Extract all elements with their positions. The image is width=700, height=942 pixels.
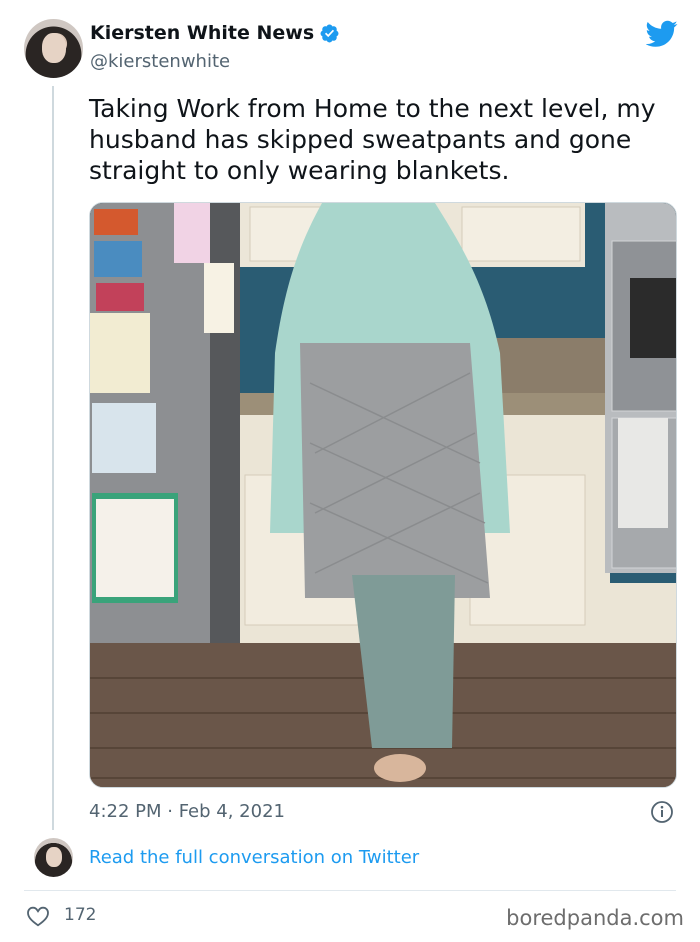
author-handle[interactable]: @kierstenwhite [90, 51, 230, 72]
info-icon[interactable] [650, 800, 674, 824]
tweet-text: Taking Work from Home to the next level,… [89, 94, 656, 185]
twitter-bird-icon[interactable] [646, 20, 678, 48]
read-conversation-link[interactable]: Read the full conversation on Twitter [89, 847, 419, 868]
footer-divider [24, 890, 676, 891]
photo-illustration [90, 203, 676, 787]
author-display-name[interactable]: Kiersten White News [90, 22, 314, 44]
author-name-row: Kiersten White News [90, 22, 340, 44]
conversation-avatar[interactable] [34, 838, 73, 877]
like-count: 172 [64, 905, 97, 925]
boredpanda-watermark: boredpanda.com [506, 906, 684, 930]
verified-badge-icon [320, 24, 339, 42]
tweet-timestamp[interactable]: 4:22 PM · Feb 4, 2021 [89, 801, 285, 822]
heart-icon[interactable] [26, 905, 50, 927]
author-avatar[interactable] [24, 19, 83, 78]
thread-line [52, 86, 54, 830]
tweet-photo[interactable] [89, 202, 677, 788]
